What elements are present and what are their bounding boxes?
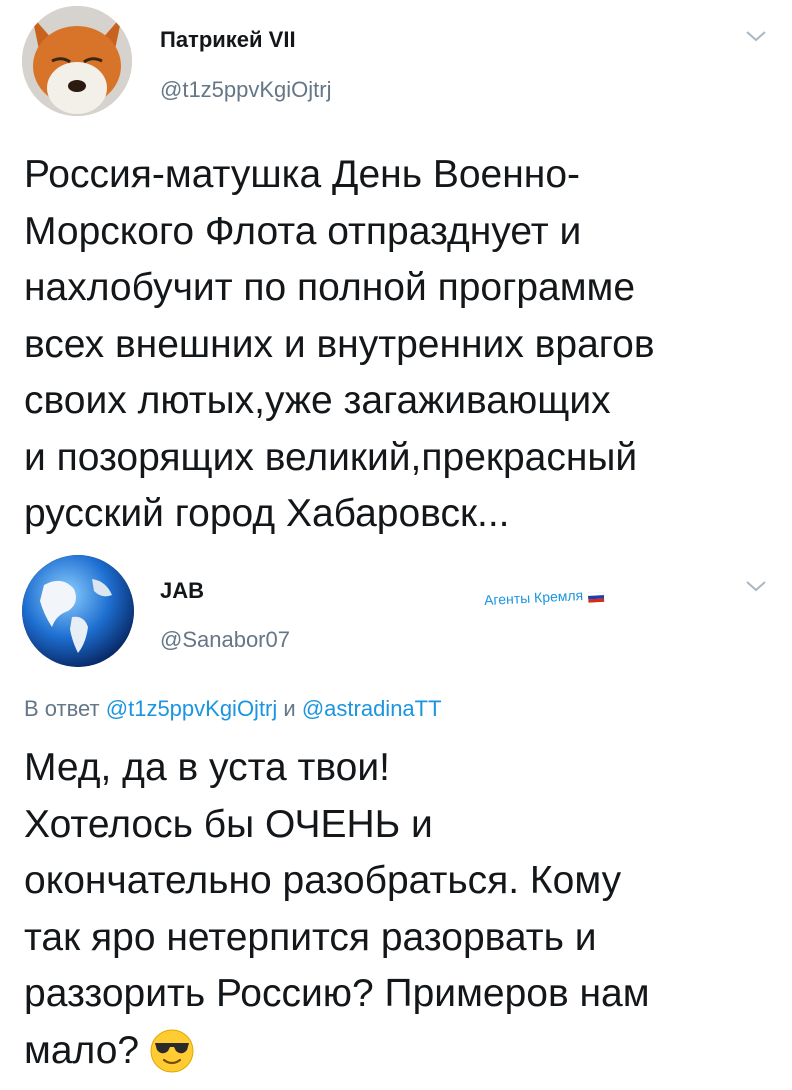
tweet-text-line: своих лютых,уже загаживающих <box>24 379 611 422</box>
globe-avatar-icon <box>22 555 134 667</box>
author-name[interactable]: JAB <box>160 578 204 604</box>
reply-text-line: мало? <box>24 1023 650 1080</box>
russian-flag-icon <box>587 589 605 603</box>
tweet-text-line: всех внешних и внутренних врагов <box>24 322 655 366</box>
reply-context: В ответ @t1z5ppvKgiOjtrj и @astradinaTT <box>24 696 442 722</box>
reply-text-line: Мед, да в уста твои! <box>24 746 390 789</box>
author-name[interactable]: Патрикей VII <box>160 27 296 53</box>
tweet-text-line: нахлобучит по полной программе <box>24 266 636 309</box>
author-handle[interactable]: @Sanabor07 <box>160 627 290 653</box>
fox-avatar-icon <box>22 6 132 116</box>
reply-text-line: так яро нетерпится разорвать и <box>24 915 597 959</box>
label-text: Агенты Кремля <box>483 586 584 609</box>
mention-link[interactable]: @astradinaTT <box>302 696 442 721</box>
reply-conjunction: и <box>283 696 296 721</box>
avatar[interactable] <box>22 555 134 667</box>
reply-text-line: окончательно разобраться. Кому <box>24 859 622 902</box>
chevron-down-icon[interactable] <box>744 28 768 44</box>
kremlin-agent-label: Агенты Кремля <box>484 586 605 608</box>
tweet-body: Россия-матушка День Военно- Морского Фло… <box>24 147 655 543</box>
tweet-text-line: Морского Флота отпразднует и <box>24 209 582 253</box>
reply-last-words: мало? <box>24 1028 140 1072</box>
tweet-text-line: русский город Хабаровск... <box>24 492 510 535</box>
reply-text-line: раззорить Россию? Примеров нам <box>24 972 650 1015</box>
tweet-text-line: и позорящих великий,прекрасный <box>24 435 638 479</box>
author-handle[interactable]: @t1z5ppvKgiOjtrj <box>160 77 332 103</box>
mention-link[interactable]: @t1z5ppvKgiOjtrj <box>106 696 278 721</box>
reply-body: Мед, да в уста твои! Хотелось бы ОЧЕНЬ и… <box>24 740 650 1079</box>
chevron-down-icon[interactable] <box>744 578 768 594</box>
reply-text-line: Хотелось бы ОЧЕНЬ и <box>24 802 433 846</box>
sunglasses-emoji-icon <box>149 1028 195 1074</box>
avatar[interactable] <box>22 6 132 116</box>
reply-prefix: В ответ <box>24 696 100 721</box>
tweet-text-line: Россия-матушка День Военно- <box>24 153 580 196</box>
